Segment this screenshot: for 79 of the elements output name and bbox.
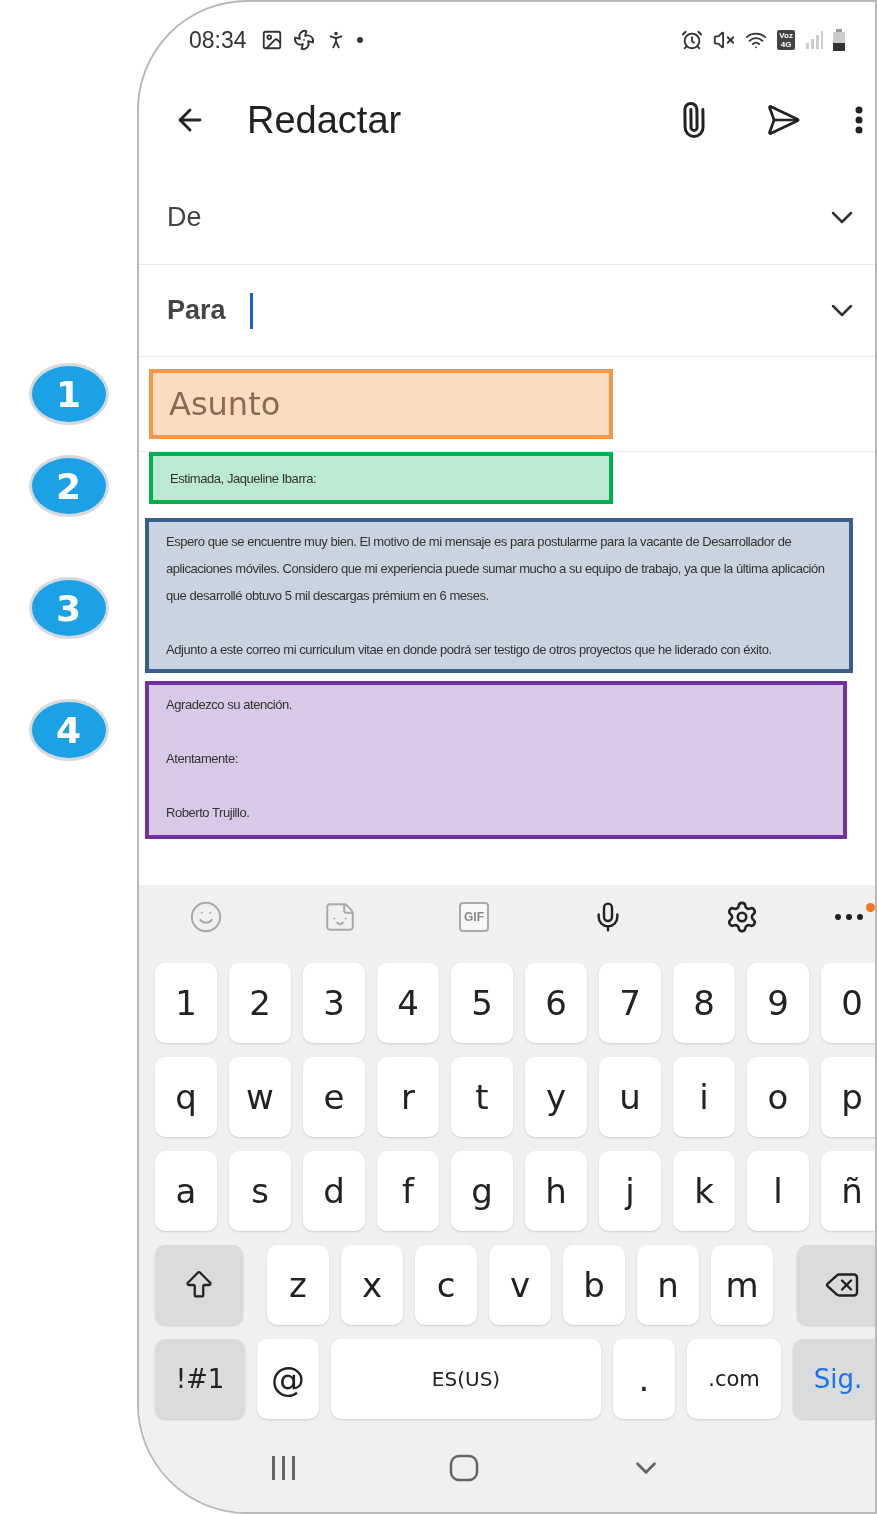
keyboard-key[interactable]: q xyxy=(155,1057,217,1137)
keyboard-key[interactable]: j xyxy=(599,1151,661,1231)
callout-number: 1 xyxy=(28,363,109,425)
keyboard-key[interactable]: @ xyxy=(257,1339,319,1419)
battery-icon xyxy=(833,29,845,51)
space-key[interactable]: ES(US) xyxy=(331,1339,601,1419)
keyboard-key[interactable]: 0 xyxy=(821,963,875,1043)
keyboard-key[interactable]: 6 xyxy=(525,963,587,1043)
keyboard-key[interactable]: .com xyxy=(687,1339,781,1419)
keyboard-key[interactable]: n xyxy=(637,1245,699,1325)
keyboard-key[interactable]: 2 xyxy=(229,963,291,1043)
shift-key[interactable] xyxy=(155,1245,243,1325)
sticker-icon xyxy=(323,900,357,934)
image-icon xyxy=(260,29,283,51)
expand-button[interactable] xyxy=(831,210,853,224)
keyboard-key[interactable]: d xyxy=(303,1151,365,1231)
keyboard-key[interactable]: k xyxy=(673,1151,735,1231)
paragraph: Adjunto a este correo mi curriculum vitae en donde podrá ser testigo de otros proyectos que he liderado con éxito. xyxy=(166,641,773,659)
backspace-key[interactable] xyxy=(797,1245,875,1325)
keyboard-key[interactable]: !#1 xyxy=(155,1339,245,1419)
home-button[interactable] xyxy=(449,1454,479,1482)
greeting-text: Estimada, Jaqueline Ibarra: xyxy=(170,469,318,488)
settings-icon xyxy=(725,900,759,934)
keyboard-key[interactable]: x xyxy=(341,1245,403,1325)
keyboard-key[interactable]: s xyxy=(229,1151,291,1231)
keyboard-key[interactable]: 4 xyxy=(377,963,439,1043)
paragraph: Agradezco su atención. xyxy=(166,696,293,714)
keyboard-key[interactable]: c xyxy=(415,1245,477,1325)
keyboard-key[interactable]: r xyxy=(377,1057,439,1137)
keyboard-key[interactable]: 9 xyxy=(747,963,809,1043)
send-icon xyxy=(765,102,801,138)
keyboard-key[interactable]: g xyxy=(451,1151,513,1231)
gif-icon: GIF xyxy=(459,902,489,932)
expand-button[interactable] xyxy=(831,304,853,317)
signal-icon xyxy=(805,31,823,49)
dot-icon xyxy=(356,37,363,43)
keyboard-key[interactable]: 7 xyxy=(599,963,661,1043)
chevron-down-icon xyxy=(831,210,853,224)
keyboard-key[interactable]: f xyxy=(377,1151,439,1231)
text-cursor xyxy=(249,292,253,329)
keyboard-key[interactable]: z xyxy=(267,1245,329,1325)
paragraph: Roberto Trujillo. xyxy=(166,804,251,822)
keyboard-key[interactable]: 8 xyxy=(673,963,735,1043)
chevron-down-icon xyxy=(831,304,853,317)
field-label: De xyxy=(167,201,202,233)
keyboard-key[interactable]: y xyxy=(525,1057,587,1137)
more-icon xyxy=(834,913,864,921)
keyboard-key[interactable]: w xyxy=(229,1057,291,1137)
screen-title: Redactar xyxy=(247,98,403,142)
paragraph: Espero que se encuentre muy bien. El motivo de mi mensaje es para postularme para la vacante de Desarrollador de aplicaciones móviles. Considero que mi experiencia puede sumar mucho a su equipo de trabajo, ya que la última aplicación que desarrollé obtuvo 5 mil descargas prémium en 6 meses. xyxy=(166,533,826,605)
keyboard-key[interactable]: u xyxy=(599,1057,661,1137)
keyboard-key[interactable]: b xyxy=(563,1245,625,1325)
callout-number: 4 xyxy=(28,699,109,761)
keyboard-key[interactable]: v xyxy=(489,1245,551,1325)
status-time: 08:34 xyxy=(189,26,247,54)
network-badge: Voz 4G xyxy=(777,30,795,50)
keyboard-key[interactable]: h xyxy=(525,1151,587,1231)
keyboard-key[interactable]: ñ xyxy=(821,1151,875,1231)
keyboard-key[interactable]: p xyxy=(821,1057,875,1137)
keyboard-key[interactable]: e xyxy=(303,1057,365,1137)
keyboard-key[interactable]: i xyxy=(673,1057,735,1137)
keyboard-key[interactable]: a xyxy=(155,1151,217,1231)
keyboard-key[interactable]: o xyxy=(747,1057,809,1137)
keyboard-key[interactable]: 5 xyxy=(451,963,513,1043)
field-label: Para xyxy=(167,295,226,326)
keyboard-key[interactable]: 3 xyxy=(303,963,365,1043)
callout-number: 3 xyxy=(28,577,109,639)
keyboard-key[interactable]: m xyxy=(711,1245,773,1325)
fan-icon xyxy=(292,29,315,51)
keyboard-key[interactable]: t xyxy=(451,1057,513,1137)
callout-number: 2 xyxy=(28,455,109,517)
keyboard-key[interactable]: l xyxy=(747,1151,809,1231)
menu-icon xyxy=(855,106,863,134)
emoji-icon xyxy=(189,900,223,934)
keyboard-key[interactable]: 1 xyxy=(155,963,217,1043)
alarm-icon xyxy=(681,29,704,51)
keyboard-key[interactable]: . xyxy=(613,1339,675,1419)
mute-icon xyxy=(713,29,736,51)
paragraph: Atentamente: xyxy=(166,750,239,768)
